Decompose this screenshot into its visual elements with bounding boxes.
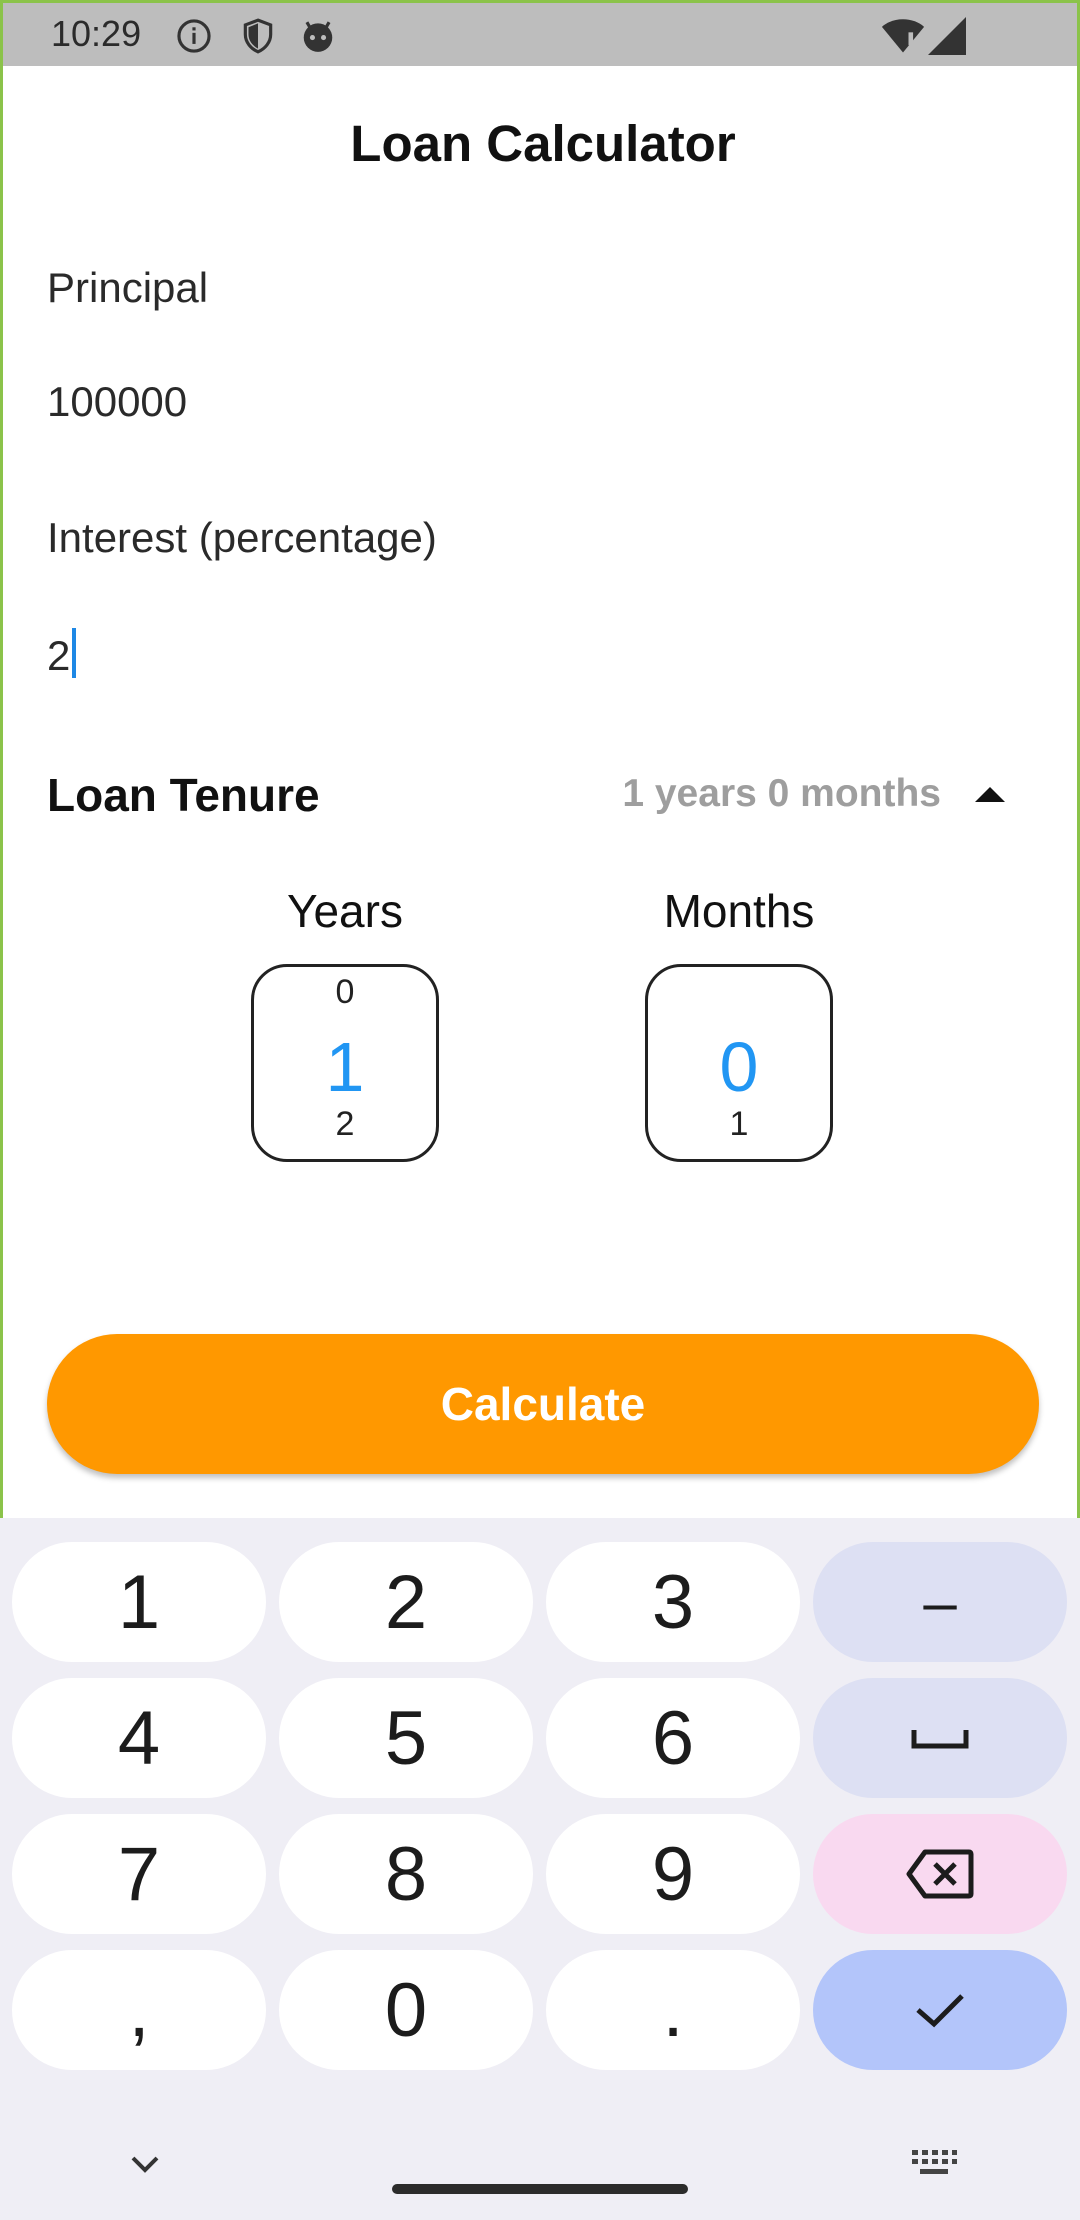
loan-tenure-toggle[interactable]: 1 years 0 months: [622, 772, 1005, 816]
key-1[interactable]: 1: [12, 1542, 266, 1662]
key-period[interactable]: .: [546, 1950, 800, 2070]
checkmark-icon: [916, 1994, 964, 2028]
months-picker[interactable]: 0 1: [645, 964, 833, 1162]
wifi-icon: [881, 19, 925, 53]
text-cursor: [72, 628, 77, 678]
months-title: Months: [663, 885, 815, 937]
page-title: Loan Calculator: [350, 115, 736, 172]
key-3[interactable]: 3: [546, 1542, 800, 1662]
collapse-arrow-icon: [975, 786, 1005, 802]
key-minus[interactable]: –: [813, 1542, 1067, 1662]
loan-calculator-screen: Loan Calculator Principal 100000 Interes…: [0, 66, 1080, 1518]
key-space[interactable]: [813, 1678, 1067, 1798]
interest-label: Interest (percentage): [47, 514, 437, 561]
numeric-keyboard: 1 2 3 – 4 5 6 7 8 9 , 0 .: [0, 1518, 1080, 2220]
months-selected-value: 0: [719, 1028, 759, 1106]
space-icon: [911, 1730, 969, 1749]
key-6[interactable]: 6: [546, 1678, 800, 1798]
info-icon: [177, 19, 211, 53]
interest-value: 2: [47, 632, 71, 679]
interest-input[interactable]: 2: [47, 628, 77, 680]
loan-tenure-label: Loan Tenure: [47, 769, 320, 821]
home-indicator[interactable]: [392, 2184, 688, 2194]
key-5[interactable]: 5: [279, 1678, 533, 1798]
years-selected-value: 1: [325, 1028, 365, 1106]
years-picker[interactable]: 0 1 2: [251, 964, 439, 1162]
key-comma[interactable]: ,: [12, 1950, 266, 2070]
keyboard-switch-icon[interactable]: [910, 2146, 958, 2180]
principal-label: Principal: [47, 264, 209, 311]
principal-input[interactable]: 100000: [47, 378, 187, 426]
android-icon: [303, 21, 333, 52]
years-title: Years: [287, 885, 403, 937]
months-next-value: 1: [729, 1105, 749, 1143]
key-done[interactable]: [813, 1950, 1067, 2070]
signal-icon: [928, 17, 966, 55]
shield-icon: [243, 18, 273, 54]
calculate-button[interactable]: Calculate: [47, 1334, 1039, 1474]
key-backspace[interactable]: [813, 1814, 1067, 1934]
loan-tenure-summary: 1 years 0 months: [622, 772, 941, 815]
key-4[interactable]: 4: [12, 1678, 266, 1798]
hide-keyboard-icon[interactable]: [128, 2148, 162, 2182]
backspace-icon: [906, 1849, 974, 1899]
key-2[interactable]: 2: [279, 1542, 533, 1662]
status-bar: 10:29: [0, 0, 1080, 66]
status-time: 10:29: [51, 13, 142, 54]
years-prev-value: 0: [335, 973, 355, 1011]
key-9[interactable]: 9: [546, 1814, 800, 1934]
years-next-value: 2: [335, 1105, 355, 1143]
key-8[interactable]: 8: [279, 1814, 533, 1934]
key-7[interactable]: 7: [12, 1814, 266, 1934]
key-0[interactable]: 0: [279, 1950, 533, 2070]
